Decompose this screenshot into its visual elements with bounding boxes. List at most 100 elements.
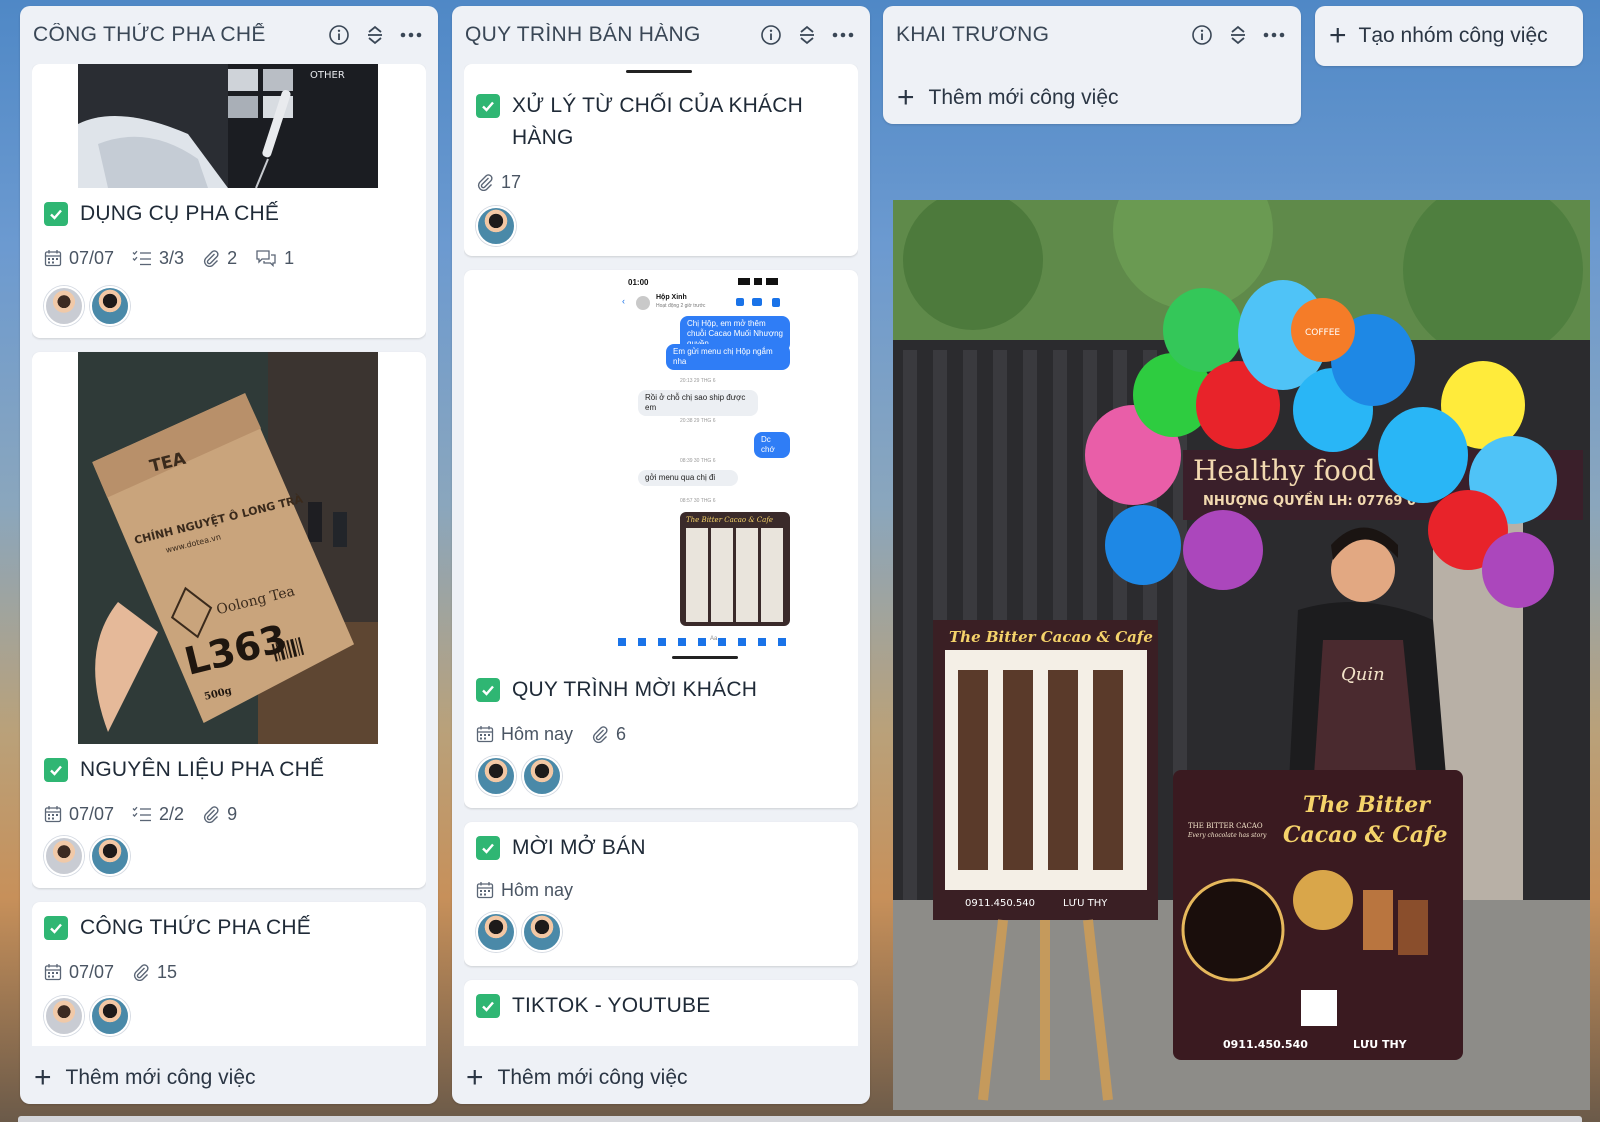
avatar[interactable]	[476, 206, 516, 246]
paperclip-icon	[203, 806, 219, 823]
phone-status-icons	[738, 278, 778, 285]
task-card[interactable]: OTHER DỤNG CỤ PHA CHẾ 07/07 3/3 2 1	[32, 64, 426, 338]
horizontal-scrollbar[interactable]	[18, 1116, 1582, 1122]
info-icon[interactable]	[1189, 22, 1215, 48]
info-shield-icon	[772, 298, 780, 307]
avatar[interactable]	[522, 756, 562, 796]
phone-home-indicator	[672, 656, 738, 659]
column-quy-trinh-ban-hang: QUY TRÌNH BÁN HÀNG XỬ LÝ TỪ CHỐI CỦA KHÁ…	[452, 6, 870, 1104]
chat-message-out: Em gửi menu chị Hộp ngắm nha	[666, 344, 790, 370]
comment-count: 1	[255, 248, 294, 269]
checklist-count: 3/3	[132, 248, 184, 269]
task-card[interactable]: XỬ LÝ TỪ CHỐI CỦA KHÁCH HÀNG 17	[464, 64, 858, 256]
checklist-icon	[132, 806, 152, 822]
avatar[interactable]	[90, 996, 130, 1036]
card-meta: 07/07 2/2 9	[44, 802, 414, 826]
plus-icon: +	[1329, 19, 1347, 52]
checklist-icon	[132, 250, 152, 266]
card-title-text: NGUYÊN LIỆU PHA CHẾ	[80, 758, 325, 781]
task-card[interactable]: MỜI MỞ BÁN Hôm nay	[464, 822, 858, 966]
column-title[interactable]: QUY TRÌNH BÁN HÀNG	[465, 23, 748, 47]
checkbox-checked-icon[interactable]	[476, 94, 500, 118]
card-title: XỬ LÝ TỪ CHỐI CỦA KHÁCH HÀNG	[476, 90, 844, 154]
cart-fb: LƯU THY	[1353, 1038, 1408, 1051]
due-date: Hôm nay	[476, 880, 573, 901]
avatar[interactable]	[522, 912, 562, 952]
contact-name: Hộp Xinh	[656, 294, 687, 301]
column-header: CÔNG THỨC PHA CHẾ	[20, 6, 438, 64]
column-title[interactable]: CÔNG THỨC PHA CHẾ	[33, 23, 316, 47]
card-title: MỜI MỞ BÁN	[476, 832, 844, 864]
more-options-icon[interactable]	[830, 22, 856, 48]
add-group-button[interactable]: + Tạo nhóm công việc	[1315, 6, 1583, 66]
due-date: 07/07	[44, 804, 114, 825]
checkbox-checked-icon[interactable]	[476, 836, 500, 860]
avatar[interactable]	[44, 996, 84, 1036]
attachment-count: 2	[202, 248, 237, 269]
avatar[interactable]	[90, 286, 130, 326]
assignee-avatars	[44, 286, 136, 326]
background-photo: Healthy food & NHƯỢNG QUYỀN LH: 07769 0 …	[893, 200, 1590, 1110]
avatar[interactable]	[44, 286, 84, 326]
checkbox-checked-icon[interactable]	[44, 916, 68, 940]
chat-message-out: Dc chớ	[754, 432, 790, 458]
menu-image-grid	[686, 528, 784, 622]
cart-slogan: Every chocolate has story	[1187, 832, 1267, 839]
phone-home-indicator	[626, 70, 692, 73]
attachment-count: 17	[476, 172, 521, 193]
card-cover-chat-screenshot: 01:00 ‹ Hộp Xinh Hoạt động 2 giờ trước C…	[510, 270, 810, 664]
menu-image-title: The Bitter Cacao & Cafe	[686, 516, 774, 524]
column-title[interactable]: KHAI TRƯƠNG	[896, 23, 1179, 47]
chat-toolbar-icons	[618, 638, 790, 646]
card-title: CÔNG THỨC PHA CHẾ	[44, 912, 412, 944]
due-date: Hôm nay	[476, 724, 573, 745]
card-title: DỤNG CỤ PHA CHẾ	[44, 198, 412, 230]
calendar-icon	[44, 250, 62, 267]
paperclip-icon	[133, 964, 149, 981]
add-task-button[interactable]: + Thêm mới công việc	[897, 81, 1119, 114]
avatar[interactable]	[476, 756, 516, 796]
task-card[interactable]: 01:00 ‹ Hộp Xinh Hoạt động 2 giờ trước C…	[464, 270, 858, 808]
avatar[interactable]	[476, 912, 516, 952]
vending-cart: The Bitter Cacao & Cafe THE BITTER CACAO…	[1173, 770, 1463, 1060]
checkbox-checked-icon[interactable]	[44, 758, 68, 782]
plus-icon: +	[897, 81, 915, 114]
call-icon	[736, 298, 744, 306]
info-icon[interactable]	[326, 22, 352, 48]
add-task-button[interactable]: + Thêm mới công việc	[34, 1063, 256, 1093]
task-card[interactable]: TIKTOK - YOUTUBE	[464, 980, 858, 1046]
card-cover-image: TEA CHÍNH NGUYỆT Ô LONG TRÀ www.dotea.vn…	[78, 352, 378, 744]
card-meta: Hôm nay	[476, 878, 846, 902]
video-icon	[752, 298, 762, 306]
checkbox-checked-icon[interactable]	[476, 678, 500, 702]
assignee-avatars	[476, 206, 522, 246]
avatar[interactable]	[44, 836, 84, 876]
chat-timestamp: 20:13 29 THG 6	[680, 378, 716, 384]
comment-icon	[256, 250, 276, 267]
more-options-icon[interactable]	[398, 22, 424, 48]
cart-title-1: The Bitter	[1303, 792, 1431, 818]
checkbox-checked-icon[interactable]	[44, 202, 68, 226]
card-meta: 07/07 15	[44, 960, 414, 984]
card-meta: Hôm nay 6	[476, 722, 846, 746]
due-date: 07/07	[44, 248, 114, 269]
cards-list: XỬ LÝ TỪ CHỐI CỦA KHÁCH HÀNG 17 01:00 ‹ …	[464, 64, 858, 1046]
sort-icon[interactable]	[362, 22, 388, 48]
more-options-icon[interactable]	[1261, 22, 1287, 48]
add-task-button[interactable]: + Thêm mới công việc	[466, 1061, 688, 1094]
task-card[interactable]: CÔNG THỨC PHA CHẾ 07/07 15	[32, 902, 426, 1046]
sort-icon[interactable]	[794, 22, 820, 48]
checkbox-checked-icon[interactable]	[476, 994, 500, 1018]
task-card[interactable]: TEA CHÍNH NGUYỆT Ô LONG TRÀ www.dotea.vn…	[32, 352, 426, 888]
chat-message-in: Rồi ở chỗ chị sao ship được em	[638, 390, 758, 416]
column-header: QUY TRÌNH BÁN HÀNG	[452, 6, 870, 64]
plus-icon: +	[466, 1061, 484, 1094]
avatar[interactable]	[90, 836, 130, 876]
box-brand-text: OTHER	[310, 70, 345, 81]
assignee-avatars	[476, 756, 568, 796]
attachment-count: 15	[132, 962, 177, 983]
sort-icon[interactable]	[1225, 22, 1251, 48]
info-icon[interactable]	[758, 22, 784, 48]
paperclip-icon	[477, 174, 493, 191]
due-date: 07/07	[44, 962, 114, 983]
